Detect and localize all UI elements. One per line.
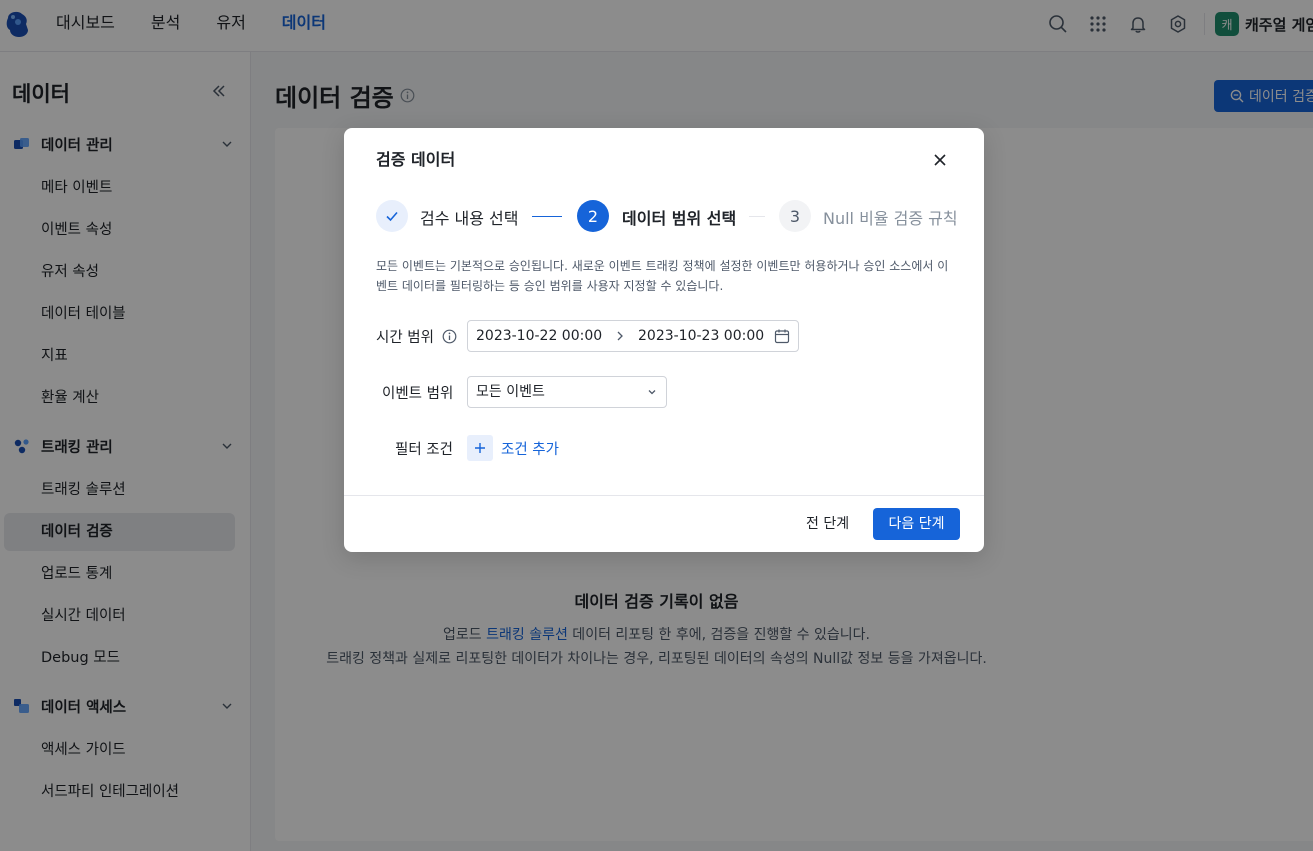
time-range-label-text: 시간 범위 — [376, 330, 434, 346]
step-3-label: Null 비율 검증 규칙 — [823, 209, 958, 228]
add-condition-label: 조건 추가 — [501, 441, 559, 458]
modal-footer: 전 단계 다음 단계 — [344, 495, 984, 552]
date-range-end[interactable]: 2023-10-23 00:00 — [638, 328, 764, 344]
modal-description: 모든 이벤트는 기본적으로 승인됩니다. 새로운 이벤트 트래킹 정책에 설정한… — [376, 259, 949, 293]
plus-icon — [467, 435, 493, 461]
step-2-label: 데이터 범위 선택 — [622, 209, 737, 228]
validation-data-modal: 검증 데이터 검수 내용 선택 2 데이터 범위 선택 3 Null 비율 검증… — [344, 128, 984, 552]
step-3-indicator: 3 — [779, 200, 811, 232]
modal-title: 검증 데이터 — [376, 150, 456, 169]
date-range-start[interactable]: 2023-10-22 00:00 — [476, 328, 602, 344]
info-icon[interactable] — [442, 329, 457, 344]
event-range-select[interactable]: 모든 이벤트 — [467, 376, 667, 408]
add-condition-button[interactable]: 조건 추가 — [467, 435, 559, 461]
step-connector-1 — [532, 216, 562, 217]
previous-step-button[interactable]: 전 단계 — [796, 508, 859, 540]
chevron-down-icon — [648, 390, 656, 395]
time-range-label: 시간 범위 — [376, 326, 457, 347]
step-1-label: 검수 내용 선택 — [420, 209, 519, 228]
stepper: 검수 내용 선택 2 데이터 범위 선택 3 Null 비율 검증 규칙 — [376, 200, 958, 232]
step-connector-2 — [749, 216, 765, 217]
step-2-indicator: 2 — [577, 200, 609, 232]
date-range-picker[interactable]: 2023-10-22 00:00 2023-10-23 00:00 — [467, 320, 799, 352]
calendar-icon[interactable] — [774, 328, 790, 344]
filter-condition-label: 필터 조건 — [395, 442, 453, 458]
next-step-button[interactable]: 다음 단계 — [873, 508, 960, 540]
step-1-check-icon — [376, 200, 408, 232]
event-range-label: 이벤트 범위 — [382, 386, 454, 402]
chevron-right-icon — [617, 331, 623, 341]
event-range-value: 모든 이벤트 — [476, 384, 545, 400]
close-icon[interactable] — [930, 150, 950, 170]
